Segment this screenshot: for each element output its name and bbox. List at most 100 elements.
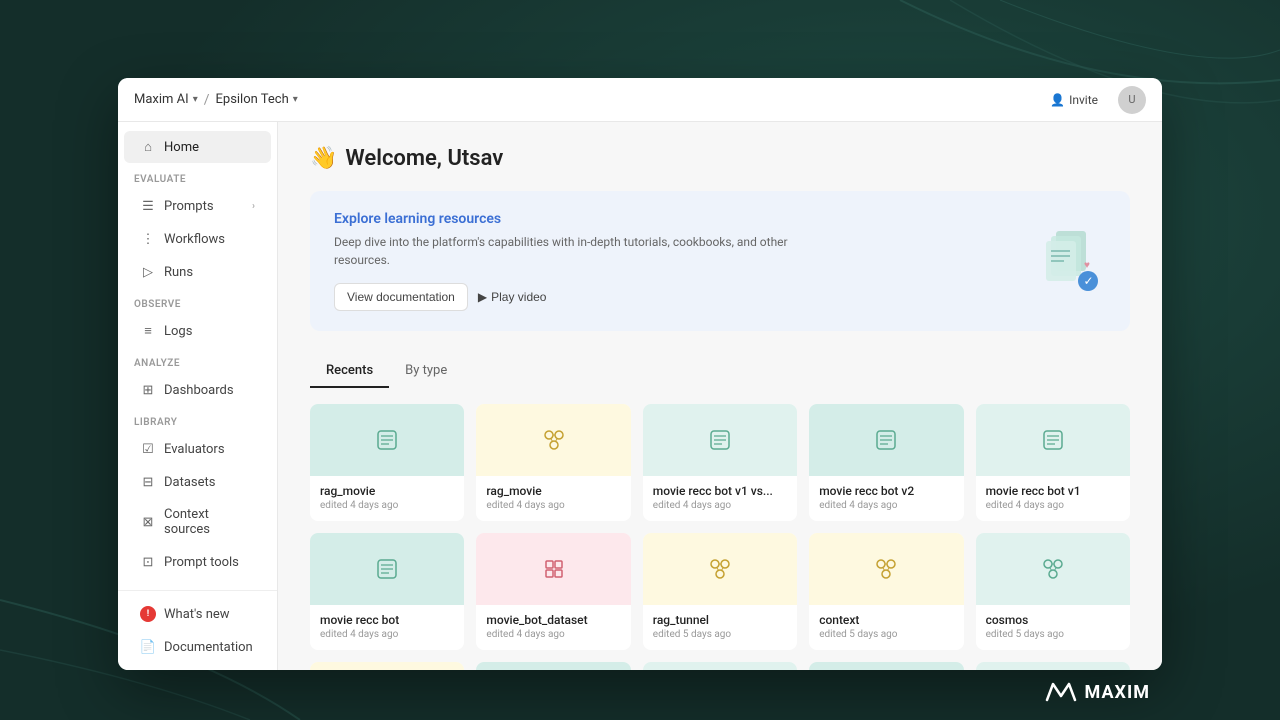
card-travel-bot-vs[interactable]: travel_bot v1 vs trav... edited 5 days a… xyxy=(976,662,1130,670)
sidebar-item-documentation[interactable]: 📄 Documentation xyxy=(124,631,271,663)
card-thumb-3 xyxy=(643,404,797,476)
context-sources-label: Context sources xyxy=(164,507,255,537)
card-travel-bot-v1[interactable]: travel_bot v1 edited 5 days ago xyxy=(643,662,797,670)
prompts-arrow-icon: › xyxy=(252,201,255,212)
sidebar-item-home[interactable]: ⌂ Home xyxy=(124,131,271,163)
workflows-icon: ⋮ xyxy=(140,231,156,247)
view-documentation-button[interactable]: View documentation xyxy=(334,283,468,311)
prompts-label: Prompts xyxy=(164,199,244,214)
logs-label: Logs xyxy=(164,324,255,339)
card-meta-6: edited 4 days ago xyxy=(320,629,454,640)
card-thumb-6 xyxy=(310,533,464,605)
sidebar-item-workflows[interactable]: ⋮ Workflows xyxy=(124,223,271,255)
whats-new-label: What's new xyxy=(164,607,255,622)
card-thumb-1 xyxy=(310,404,464,476)
card-rag-movie-2[interactable]: rag_movie edited 4 days ago xyxy=(476,404,630,521)
card-thumb-4 xyxy=(809,404,963,476)
topbar-left: Maxim AI ▾ / Epsilon Tech ▾ xyxy=(134,92,298,108)
topbar: Maxim AI ▾ / Epsilon Tech ▾ 👤 Invite U xyxy=(118,78,1162,122)
svg-text:♥: ♥ xyxy=(1084,260,1090,271)
card-meta-10: edited 5 days ago xyxy=(986,629,1120,640)
card-meta-3: edited 4 days ago xyxy=(653,500,787,511)
card-movie-bot[interactable]: movie bot edited 5 days ago xyxy=(310,662,464,670)
section-analyze: ANALYZE xyxy=(118,348,277,373)
card-rag-movie-1[interactable]: rag_movie edited 4 days ago xyxy=(310,404,464,521)
card-name-9: context xyxy=(819,613,953,627)
invite-label: Invite xyxy=(1069,93,1098,107)
card-body-4: movie recc bot v2 edited 4 days ago xyxy=(809,476,963,521)
card-body-3: movie recc bot v1 vs... edited 4 days ag… xyxy=(643,476,797,521)
section-observe: OBSERVE xyxy=(118,289,277,314)
card-name-5: movie recc bot v1 xyxy=(986,484,1120,498)
prompt-tools-label: Prompt tools xyxy=(164,555,255,570)
topbar-right: 👤 Invite U xyxy=(1042,86,1146,114)
card-body-9: context edited 5 days ago xyxy=(809,605,963,650)
invite-button[interactable]: 👤 Invite xyxy=(1042,89,1106,111)
card-trave-v2-v1[interactable]: trave_v2 v1 edited 5 days ago xyxy=(809,662,963,670)
card-movie-recc-v1[interactable]: movie recc bot v1 edited 4 days ago xyxy=(976,404,1130,521)
sidebar-item-dashboards[interactable]: ⊞ Dashboards xyxy=(124,374,271,406)
sidebar-item-whats-new[interactable]: ! What's new xyxy=(124,598,271,630)
sidebar-item-logs[interactable]: ≡ Logs xyxy=(124,315,271,347)
greeting-text: Welcome, Utsav xyxy=(345,146,503,171)
sidebar-item-evaluators[interactable]: ☑ Evaluators xyxy=(124,433,271,465)
card-name-7: movie_bot_dataset xyxy=(486,613,620,627)
sidebar: ⌂ Home EVALUATE ☰ Prompts › ⋮ Workflows … xyxy=(118,122,278,670)
card-thumb-7 xyxy=(476,533,630,605)
dashboards-label: Dashboards xyxy=(164,383,255,398)
datasets-label: Datasets xyxy=(164,475,255,490)
sidebar-item-context-sources[interactable]: ⊠ Context sources xyxy=(124,499,271,545)
card-name-1: rag_movie xyxy=(320,484,454,498)
card-movie-bot-dataset[interactable]: movie_bot_dataset edited 4 days ago xyxy=(476,533,630,650)
tab-by-type[interactable]: By type xyxy=(389,355,463,388)
documentation-icon: 📄 xyxy=(140,639,156,655)
card-name-8: rag_tunnel xyxy=(653,613,787,627)
workspace-name: Epsilon Tech xyxy=(216,92,289,107)
card-meta-2: edited 4 days ago xyxy=(486,500,620,511)
card-name-6: movie recc bot xyxy=(320,613,454,627)
card-body-2: rag_movie edited 4 days ago xyxy=(476,476,630,521)
home-label: Home xyxy=(164,140,255,155)
card-rag-tunnel[interactable]: rag_tunnel edited 5 days ago xyxy=(643,533,797,650)
org-name: Maxim AI xyxy=(134,92,189,107)
sidebar-item-datasets[interactable]: ⊟ Datasets xyxy=(124,466,271,498)
user-avatar[interactable]: U xyxy=(1118,86,1146,114)
card-meta-1: edited 4 days ago xyxy=(320,500,454,511)
runs-label: Runs xyxy=(164,265,255,280)
tabs: Recents By type xyxy=(310,355,1130,388)
tab-recents[interactable]: Recents xyxy=(310,355,389,388)
card-movie-recc-bot[interactable]: movie recc bot edited 4 days ago xyxy=(310,533,464,650)
card-thumb-14 xyxy=(809,662,963,670)
card-cosmos[interactable]: cosmos edited 5 days ago xyxy=(976,533,1130,650)
card-body-6: movie recc bot edited 4 days ago xyxy=(310,605,464,650)
sidebar-item-prompts[interactable]: ☰ Prompts › xyxy=(124,190,271,222)
card-movie-recc-vs[interactable]: movie recc bot v1 vs... edited 4 days ag… xyxy=(643,404,797,521)
user-initial: U xyxy=(1128,93,1135,106)
play-video-button[interactable]: ▶ Play video xyxy=(478,290,547,304)
card-thumb-13 xyxy=(643,662,797,670)
card-context[interactable]: context edited 5 days ago xyxy=(809,533,963,650)
card-body-8: rag_tunnel edited 5 days ago xyxy=(643,605,797,650)
card-name-3: movie recc bot v1 vs... xyxy=(653,484,787,498)
card-trave-v2-v2[interactable]: trave_v2 v2 edited 5 days ago xyxy=(476,662,630,670)
maxim-logo-text: MAXIM xyxy=(1085,682,1150,703)
workflows-label: Workflows xyxy=(164,232,255,247)
content-area: 👋 Welcome, Utsav Explore learning resour… xyxy=(278,122,1162,670)
card-meta-4: edited 4 days ago xyxy=(819,500,953,511)
workspace-chevron-icon: ▾ xyxy=(293,94,298,105)
maxim-logo-icon xyxy=(1045,680,1077,704)
org-selector[interactable]: Maxim AI ▾ xyxy=(134,92,198,107)
workspace-selector[interactable]: Epsilon Tech ▾ xyxy=(216,92,298,107)
play-icon: ▶ xyxy=(478,290,487,304)
sidebar-item-settings[interactable]: ⚙ Settings xyxy=(124,664,271,670)
main-container: ⌂ Home EVALUATE ☰ Prompts › ⋮ Workflows … xyxy=(118,122,1162,670)
breadcrumb-separator: / xyxy=(204,92,210,108)
explore-banner: Explore learning resources Deep dive int… xyxy=(310,191,1130,331)
dashboards-icon: ⊞ xyxy=(140,382,156,398)
sidebar-item-runs[interactable]: ▷ Runs xyxy=(124,256,271,288)
main-window: Maxim AI ▾ / Epsilon Tech ▾ 👤 Invite U ⌂ xyxy=(118,78,1162,670)
card-body-5: movie recc bot v1 edited 4 days ago xyxy=(976,476,1130,521)
card-thumb-8 xyxy=(643,533,797,605)
card-movie-recc-v2[interactable]: movie recc bot v2 edited 4 days ago xyxy=(809,404,963,521)
sidebar-item-prompt-tools[interactable]: ⊡ Prompt tools xyxy=(124,546,271,578)
